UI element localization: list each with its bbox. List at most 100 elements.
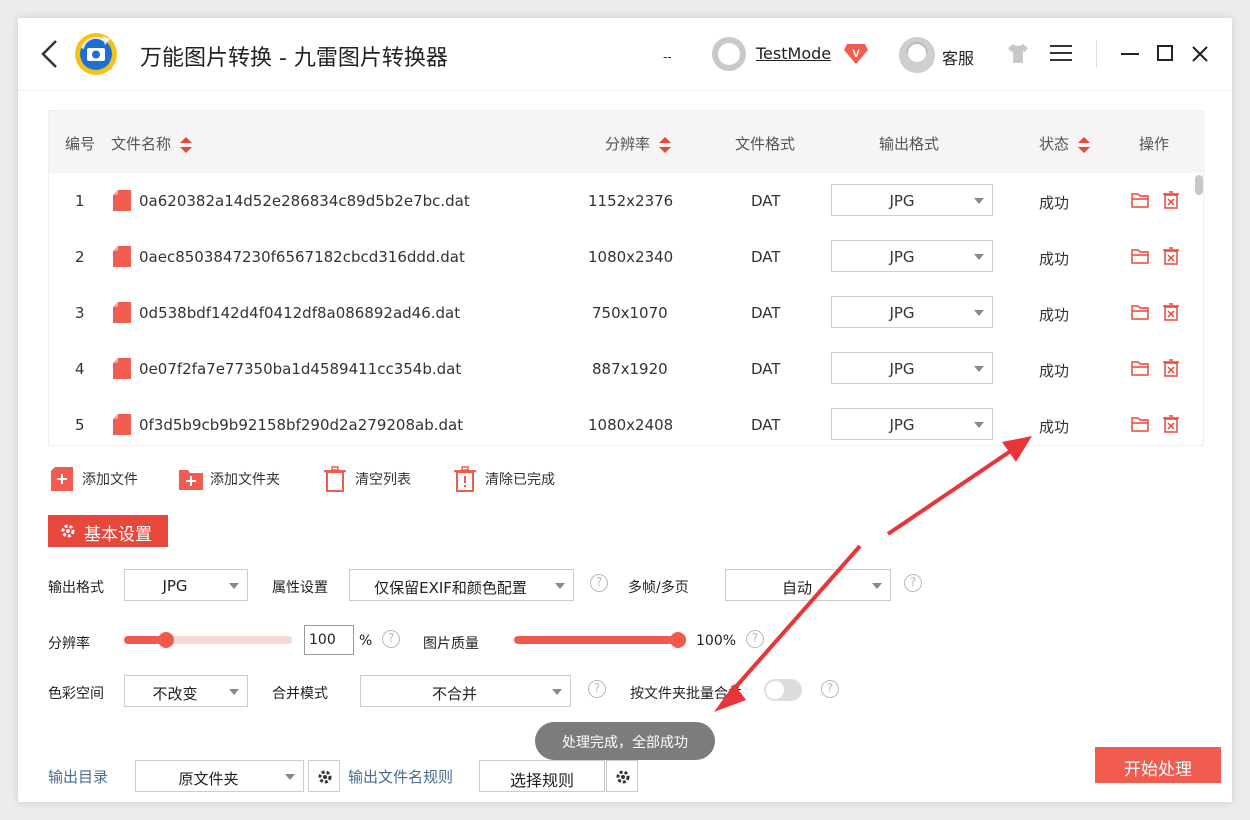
row-format: DAT (751, 248, 781, 266)
output-format-label: 输出格式 (48, 580, 104, 596)
filename-rule-settings-button[interactable] (606, 760, 638, 792)
select-rule-button[interactable]: 选择规则 (479, 760, 605, 792)
resolution-slider[interactable] (124, 632, 292, 648)
resolution-slider-handle[interactable] (158, 632, 174, 648)
table-scrollbar[interactable] (1195, 173, 1203, 445)
folder-merge-toggle[interactable] (764, 679, 802, 701)
output-directory-dropdown[interactable]: 原文件夹 (135, 760, 304, 792)
delete-icon[interactable] (1163, 359, 1179, 377)
output-format-select[interactable]: JPG (831, 296, 993, 328)
delete-icon[interactable] (1163, 415, 1179, 433)
chevron-down-icon (229, 583, 239, 589)
colorspace-value: 不改变 (152, 685, 198, 703)
merge-mode-dropdown[interactable]: 不合并 (360, 675, 571, 707)
delete-icon[interactable] (1163, 303, 1179, 321)
output-format-value: JPG (889, 416, 915, 434)
completion-toast: 处理完成，全部成功 (535, 722, 715, 760)
header-actions: 操作 (1139, 135, 1170, 153)
clear-list-button[interactable]: 清空列表 (323, 466, 423, 492)
quality-slider-handle[interactable] (670, 632, 686, 648)
table-row[interactable]: 4 0e07f2fa7e77350ba1d4589411cc354b.dat 8… (49, 341, 1189, 397)
output-format-value: JPG (889, 304, 915, 322)
menu-icon[interactable] (1050, 44, 1072, 62)
output-directory-settings-button[interactable] (308, 760, 340, 792)
basic-settings-tab[interactable]: 基本设置 (48, 515, 168, 547)
minimize-icon[interactable] (1120, 42, 1140, 66)
chevron-down-icon (974, 366, 984, 372)
resolution-input[interactable]: 100 (304, 625, 354, 655)
table-row[interactable]: 3 0d538bdf142d4f0412df8a086892ad46.dat 7… (49, 285, 1189, 341)
row-index: 5 (75, 416, 85, 434)
header-index: 编号 (65, 135, 96, 153)
row-format: DAT (751, 416, 781, 434)
close-icon[interactable] (1190, 44, 1210, 64)
open-folder-icon[interactable] (1131, 192, 1149, 208)
add-folder-button[interactable]: 添加文件夹 (178, 466, 288, 492)
add-folder-icon (179, 470, 203, 490)
help-icon[interactable]: ? (821, 680, 839, 698)
tshirt-skin-icon[interactable] (1006, 42, 1030, 64)
open-folder-icon[interactable] (1131, 416, 1149, 432)
row-status: 成功 (1039, 194, 1070, 212)
help-icon[interactable]: ? (382, 630, 400, 648)
colorspace-dropdown[interactable]: 不改变 (124, 675, 248, 707)
output-format-select[interactable]: JPG (831, 408, 993, 440)
app-title: 万能图片转换 - 九雷图片转换器 (140, 46, 448, 71)
open-folder-icon[interactable] (1131, 360, 1149, 376)
scrollbar-thumb[interactable] (1195, 175, 1203, 195)
row-filename: 0e07f2fa7e77350ba1d4589411cc354b.dat (139, 360, 462, 378)
output-format-select[interactable]: JPG (831, 184, 993, 216)
table-row[interactable]: 5 0f3d5b9cb9b92158bf290d2a279208ab.dat 1… (49, 397, 1189, 445)
clear-done-label: 清除已完成 (485, 472, 555, 488)
help-icon[interactable]: ? (746, 630, 764, 648)
file-icon (113, 190, 131, 211)
sort-icon[interactable] (179, 136, 192, 154)
header-status[interactable]: 状态 (1039, 133, 1090, 154)
chevron-down-icon (552, 689, 562, 695)
row-resolution: 887x1920 (592, 360, 668, 378)
output-format-select[interactable]: JPG (831, 240, 993, 272)
clear-done-button[interactable]: 清除已完成 (453, 466, 573, 492)
row-status: 成功 (1039, 362, 1070, 380)
open-folder-icon[interactable] (1131, 248, 1149, 264)
header-filename-label: 文件名称 (111, 135, 172, 153)
help-icon[interactable]: ? (588, 680, 606, 698)
attribute-settings-value: 仅保留EXIF和颜色配置 (374, 579, 527, 597)
help-icon[interactable]: ? (590, 574, 608, 592)
customer-service-label[interactable]: 客服 (942, 45, 974, 69)
filename-rule-label[interactable]: 输出文件名规则 (348, 766, 453, 787)
file-icon (113, 358, 131, 379)
header-resolution[interactable]: 分辨率 (605, 133, 671, 154)
delete-icon[interactable] (1163, 247, 1179, 265)
output-format-value: JPG (889, 360, 915, 378)
output-format-dropdown[interactable]: JPG (124, 569, 248, 601)
header-filename[interactable]: 文件名称 (111, 133, 192, 154)
add-file-button[interactable]: 添加文件 (50, 466, 150, 492)
user-avatar[interactable] (712, 37, 746, 71)
output-directory-label[interactable]: 输出目录 (48, 766, 108, 787)
table-row[interactable]: 1 0a620382a14d52e286834c89d5b2e7bc.dat 1… (49, 173, 1189, 229)
maximize-icon[interactable] (1156, 44, 1174, 62)
output-format-value: JPG (889, 248, 915, 266)
vip-badge-icon: V (844, 44, 868, 64)
sort-icon[interactable] (1077, 136, 1090, 154)
header-status-label: 状态 (1039, 135, 1070, 153)
vip-badge-letter: V (852, 48, 860, 60)
quality-slider[interactable] (514, 632, 686, 648)
username-link[interactable]: TestMode (756, 44, 831, 63)
chevron-down-icon (285, 774, 295, 780)
open-folder-icon[interactable] (1131, 304, 1149, 320)
sort-icon[interactable] (658, 136, 671, 154)
help-icon[interactable]: ? (904, 574, 922, 592)
output-format-select[interactable]: JPG (831, 352, 993, 384)
customer-service-avatar[interactable] (899, 37, 935, 73)
back-arrow-icon[interactable] (38, 38, 62, 70)
toast-text: 处理完成，全部成功 (562, 735, 688, 751)
attribute-settings-dropdown[interactable]: 仅保留EXIF和颜色配置 (349, 569, 574, 601)
status-dashes: -- (663, 50, 672, 64)
start-processing-button[interactable]: 开始处理 (1095, 747, 1221, 783)
table-row[interactable]: 2 0aec8503847230f6567182cbcd316ddd.dat 1… (49, 229, 1189, 285)
delete-icon[interactable] (1163, 191, 1179, 209)
multiframe-dropdown[interactable]: 自动 (725, 569, 891, 601)
output-format-value: JPG (889, 192, 915, 210)
